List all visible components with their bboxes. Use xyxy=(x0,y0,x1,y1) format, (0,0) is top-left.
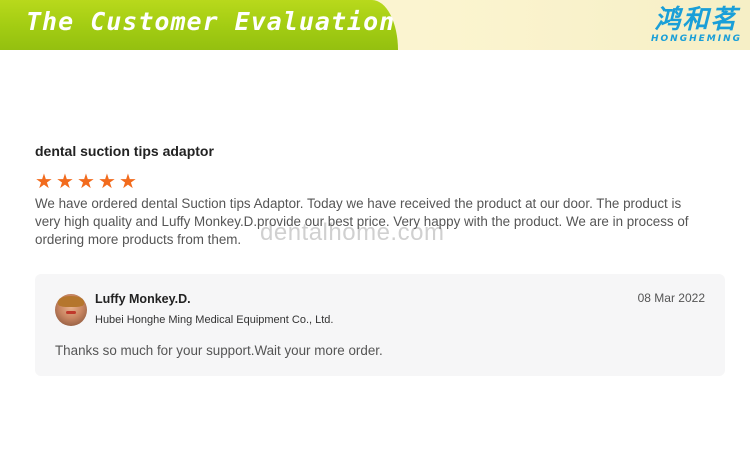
star-icon: ★ xyxy=(98,171,116,193)
reply-date: 08 Mar 2022 xyxy=(637,291,705,305)
brand-logo-chinese: 鸿和茗 xyxy=(654,5,739,35)
brand-logo-english: HONGHEMING xyxy=(650,34,742,44)
brand-logo: 鸿和茗 HONGHEMING xyxy=(651,6,742,44)
rating-stars: ★ ★ ★ ★ ★ xyxy=(35,171,725,193)
reply-company: Hubei Honghe Ming Medical Equipment Co.,… xyxy=(95,314,334,326)
seller-reply-card: Luffy Monkey.D. Hubei Honghe Ming Medica… xyxy=(35,274,725,376)
reply-text: Thanks so much for your support.Wait you… xyxy=(55,343,383,358)
avatar xyxy=(55,294,87,326)
reply-author-name: Luffy Monkey.D. xyxy=(95,292,191,306)
star-icon: ★ xyxy=(35,171,53,193)
banner: The Customer Evaluation 鸿和茗 HONGHEMING xyxy=(0,0,750,50)
star-icon: ★ xyxy=(77,171,95,193)
review: dental suction tips adaptor ★ ★ ★ ★ ★ We hav… xyxy=(35,143,725,249)
review-text: We have ordered dental Suction tips Adap… xyxy=(35,196,689,247)
product-name: dental suction tips adaptor xyxy=(35,143,214,159)
star-icon: ★ xyxy=(56,171,74,193)
star-icon: ★ xyxy=(119,171,137,193)
banner-title: The Customer Evaluation xyxy=(26,7,396,36)
